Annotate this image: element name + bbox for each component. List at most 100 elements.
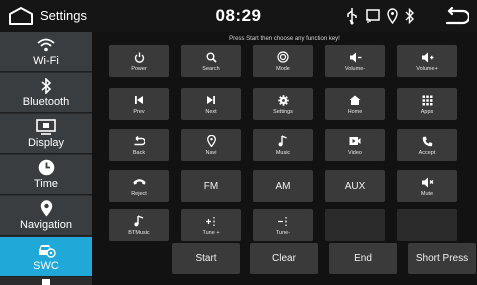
next-icon [207,96,215,104]
function-key-am[interactable]: AM [253,170,313,202]
sidebar-item-label: Time [33,178,59,190]
volume-up-icon [421,52,433,62]
function-key-label: Apps [420,108,434,115]
function-key-volume-up[interactable]: Volume+ [397,45,457,77]
clock: 08:29 [215,6,262,25]
instruction-text: Press Start then choose any function key… [229,36,340,42]
function-key-label: Mode [276,65,290,72]
function-key-label: Search [202,65,220,72]
tune-up-icon [205,216,215,226]
sidebar-item-display[interactable]: Display [0,114,92,154]
back-icon[interactable] [443,7,469,25]
apps-grid-icon [422,95,432,105]
volume-down-icon [349,52,361,62]
function-key-tune-up[interactable]: Tune + [181,209,241,241]
sidebar-item-label: Display [27,137,65,149]
location-pin-icon [40,200,52,217]
end-button[interactable]: End [329,243,397,274]
phone-accept-icon [422,136,432,146]
function-key-label: Accept [418,149,436,156]
sidebar-item-label: Bluetooth [22,96,70,108]
function-key-apps[interactable]: Apps [397,88,457,120]
gear-icon [277,94,289,106]
status-icons [345,6,415,26]
function-key-label: Mute [420,190,434,197]
function-key-home[interactable]: Home [325,88,385,120]
function-key-label: Reject [131,190,147,197]
function-key-volume-down[interactable]: Volume- [325,45,385,77]
function-key-mute[interactable]: Mute [397,170,457,202]
function-key-music[interactable]: Music [253,129,313,161]
function-key-tune-down[interactable]: Tune- [253,209,313,241]
sidebar-item-time[interactable]: Time [0,155,92,195]
swc-settings-screen: Settings 08:29 Wi-Fi Bluetooth Display T… [0,0,477,285]
usb-icon [347,8,357,25]
function-key-label: Settings [273,108,293,115]
back-arrow-icon [134,136,145,146]
function-key-label: AM [275,180,291,192]
function-key-label: Volume+ [416,65,438,72]
function-key-label: Next [205,108,217,115]
status-bar: Settings 08:29 [0,0,477,32]
function-key-search[interactable]: Search [181,45,241,77]
music-note-icon [278,135,287,147]
function-key-label: Navi [205,149,217,156]
sidebar-item-wifi[interactable]: Wi-Fi [0,32,92,72]
home-outline-icon[interactable] [8,6,34,26]
mode-icon [277,51,289,63]
power-icon [134,52,144,63]
screen-cast-icon [366,9,380,23]
function-key-label: Volume- [344,65,366,72]
sidebar-item-label: Wi-Fi [33,55,59,67]
swc-main-panel: Press Start then choose any function key… [92,32,477,285]
app-title: Settings [40,8,87,23]
function-key-video[interactable]: Video [325,129,385,161]
function-key-mode[interactable]: Mode [253,45,313,77]
video-camera-icon [349,137,361,145]
bluetooth-status-icon [405,8,414,24]
previous-icon [135,96,143,104]
function-key-btmusic[interactable]: BTMusic [109,209,169,241]
sidebar-item-label: Navigation [20,219,72,231]
short-press-button[interactable]: Short Press [408,243,476,274]
search-icon [206,52,217,63]
sidebar-item-swc[interactable]: SWC [0,237,92,277]
function-key-settings[interactable]: Settings [253,88,313,120]
mute-icon [421,177,433,187]
clear-button[interactable]: Clear [250,243,318,274]
function-key-back[interactable]: Back [109,129,169,161]
sidebar: Wi-Fi Bluetooth Display Time Navigation … [0,32,92,285]
empty-slot [325,209,385,241]
function-key-navi[interactable]: Navi [181,129,241,161]
steering-wheel-car-icon [39,244,56,258]
start-button[interactable]: Start [172,243,240,274]
function-key-label: Tune- [275,229,291,236]
function-key-reject[interactable]: Reject [109,170,169,202]
bt-music-icon [134,215,144,227]
function-key-label: Prev [133,108,145,115]
location-pin-icon [206,135,216,147]
function-key-label: BTMusic [128,229,150,236]
function-key-label: Back [132,149,146,156]
tune-down-icon [277,216,287,226]
function-key-next[interactable]: Next [181,88,241,120]
sidebar-item-label: SWC [33,260,59,272]
wifi-icon [37,38,55,51]
empty-slot [397,209,457,241]
clock-icon [38,159,54,176]
home-icon [349,95,361,105]
function-key-accept[interactable]: Accept [397,129,457,161]
function-key-label: Video [348,149,362,156]
function-key-label: Power [131,65,147,72]
function-key-label: Home [347,108,363,115]
location-icon [387,8,398,24]
sidebar-item-navigation[interactable]: Navigation [0,196,92,236]
function-key-aux[interactable]: AUX [325,170,385,202]
phone-reject-icon [133,179,145,185]
function-key-label: FM [203,180,219,192]
function-key-power[interactable]: Power [109,45,169,77]
display-icon [36,118,56,135]
sidebar-item-bluetooth[interactable]: Bluetooth [0,73,92,113]
function-key-fm[interactable]: FM [181,170,241,202]
function-key-prev[interactable]: Prev [109,88,169,120]
